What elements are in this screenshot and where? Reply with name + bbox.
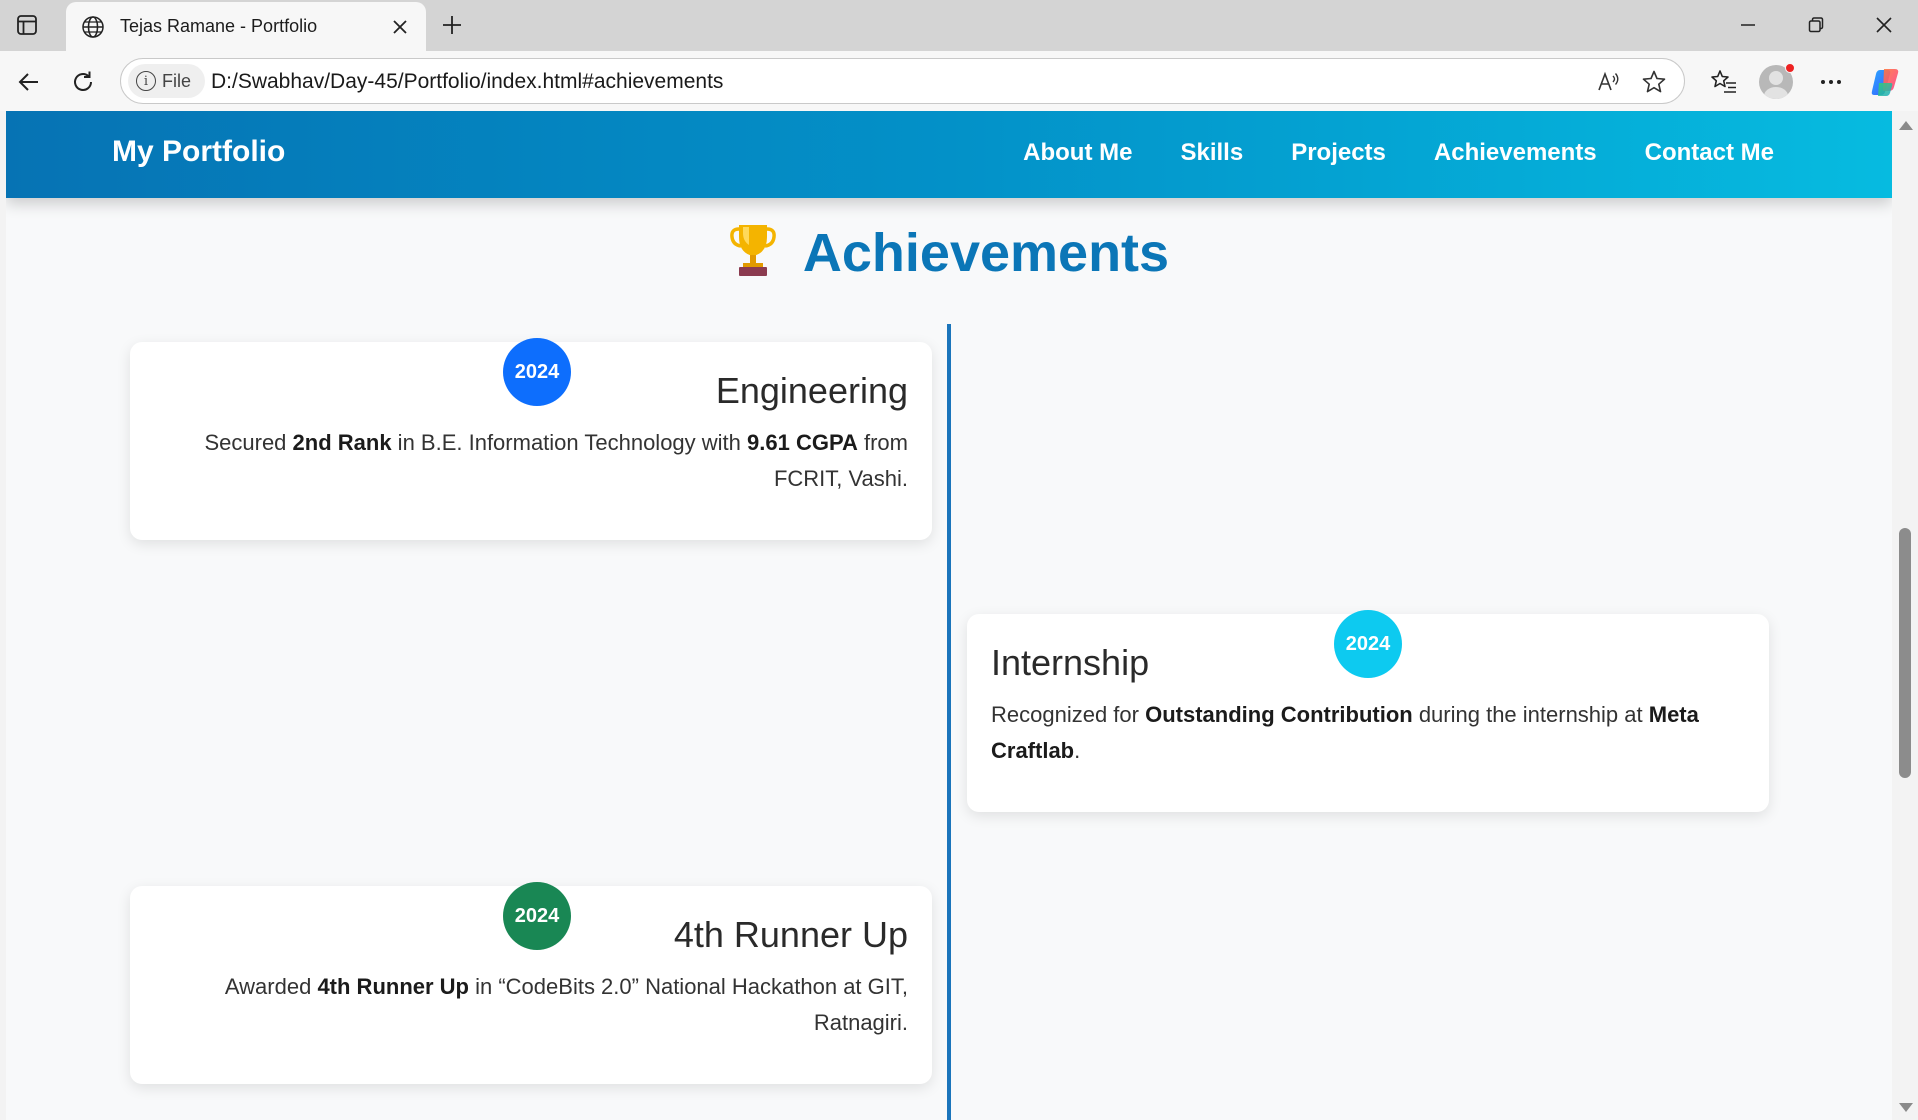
site-brand[interactable]: My Portfolio bbox=[112, 135, 285, 169]
url-text[interactable]: D:/Swabhav/Day-45/Portfolio/index.html#a… bbox=[211, 70, 723, 94]
browser-tab-active[interactable]: Tejas Ramane - Portfolio bbox=[66, 2, 426, 51]
site-navbar: My Portfolio About Me Skills Projects Ac… bbox=[6, 111, 1892, 198]
back-icon[interactable] bbox=[12, 65, 46, 99]
achievement-description: Awarded 4th Runner Up in “CodeBits 2.0” … bbox=[224, 973, 908, 1035]
globe-icon bbox=[80, 14, 106, 40]
year-badge: 2024 bbox=[1334, 610, 1402, 678]
achievement-card: 2024 Internship Recognized for Outstandi… bbox=[967, 610, 1769, 812]
year-badge: 2024 bbox=[503, 882, 571, 950]
tab-title: Tejas Ramane - Portfolio bbox=[120, 16, 318, 36]
close-window-icon[interactable] bbox=[1856, 8, 1912, 42]
close-tab-icon[interactable] bbox=[388, 15, 412, 39]
timeline-line bbox=[947, 324, 951, 1120]
read-aloud-icon[interactable] bbox=[1595, 68, 1623, 96]
achievement-description: Recognized for Outstanding Contribution … bbox=[991, 701, 1699, 763]
favorites-icon[interactable] bbox=[1706, 64, 1742, 100]
achievement-card: 2024 Engineering Secured 2nd Rank in B.E… bbox=[130, 338, 932, 540]
restore-icon[interactable] bbox=[1788, 8, 1844, 42]
info-icon: i bbox=[136, 71, 156, 91]
scroll-down-arrow-icon[interactable] bbox=[1899, 1103, 1913, 1112]
more-options-icon[interactable] bbox=[1813, 64, 1849, 100]
section-title-text: Achievements bbox=[802, 223, 1170, 283]
achievement-card: 2024 4th Runner Up Awarded 4th Runner Up… bbox=[130, 882, 932, 1084]
browser-toolbar: i File D:/Swabhav/Day-45/Portfolio/index… bbox=[0, 51, 1918, 111]
section-title: Achievements bbox=[6, 221, 1892, 284]
file-chip-label: File bbox=[162, 70, 192, 91]
nav-about-me[interactable]: About Me bbox=[1023, 139, 1132, 167]
achievement-description: Secured 2nd Rank in B.E. Information Tec… bbox=[204, 429, 908, 491]
browser-tab-bar: Tejas Ramane - Portfolio bbox=[0, 0, 1918, 51]
minimize-icon[interactable] bbox=[1720, 8, 1776, 42]
scroll-thumb[interactable] bbox=[1899, 528, 1911, 778]
tab-actions-icon[interactable] bbox=[14, 12, 40, 38]
nav-skills[interactable]: Skills bbox=[1180, 139, 1243, 167]
profile-avatar[interactable] bbox=[1758, 63, 1795, 100]
page-scrollbar[interactable] bbox=[1892, 111, 1918, 1120]
trophy-icon bbox=[729, 221, 777, 277]
page-viewport: My Portfolio About Me Skills Projects Ac… bbox=[6, 111, 1892, 1120]
nav-projects[interactable]: Projects bbox=[1291, 139, 1386, 167]
address-bar[interactable]: i File D:/Swabhav/Day-45/Portfolio/index… bbox=[120, 58, 1685, 104]
notification-dot bbox=[1785, 63, 1795, 73]
nav-links: About Me Skills Projects Achievements Co… bbox=[1023, 139, 1774, 167]
nav-contact-me[interactable]: Contact Me bbox=[1645, 139, 1774, 167]
copilot-icon[interactable] bbox=[1868, 64, 1904, 100]
reload-icon[interactable] bbox=[66, 65, 100, 99]
favorite-star-icon[interactable] bbox=[1640, 68, 1668, 96]
site-info-button[interactable]: i File bbox=[128, 64, 205, 98]
nav-achievements[interactable]: Achievements bbox=[1434, 139, 1597, 167]
new-tab-icon[interactable] bbox=[438, 11, 466, 39]
year-badge: 2024 bbox=[503, 338, 571, 406]
scroll-up-arrow-icon[interactable] bbox=[1899, 121, 1913, 130]
